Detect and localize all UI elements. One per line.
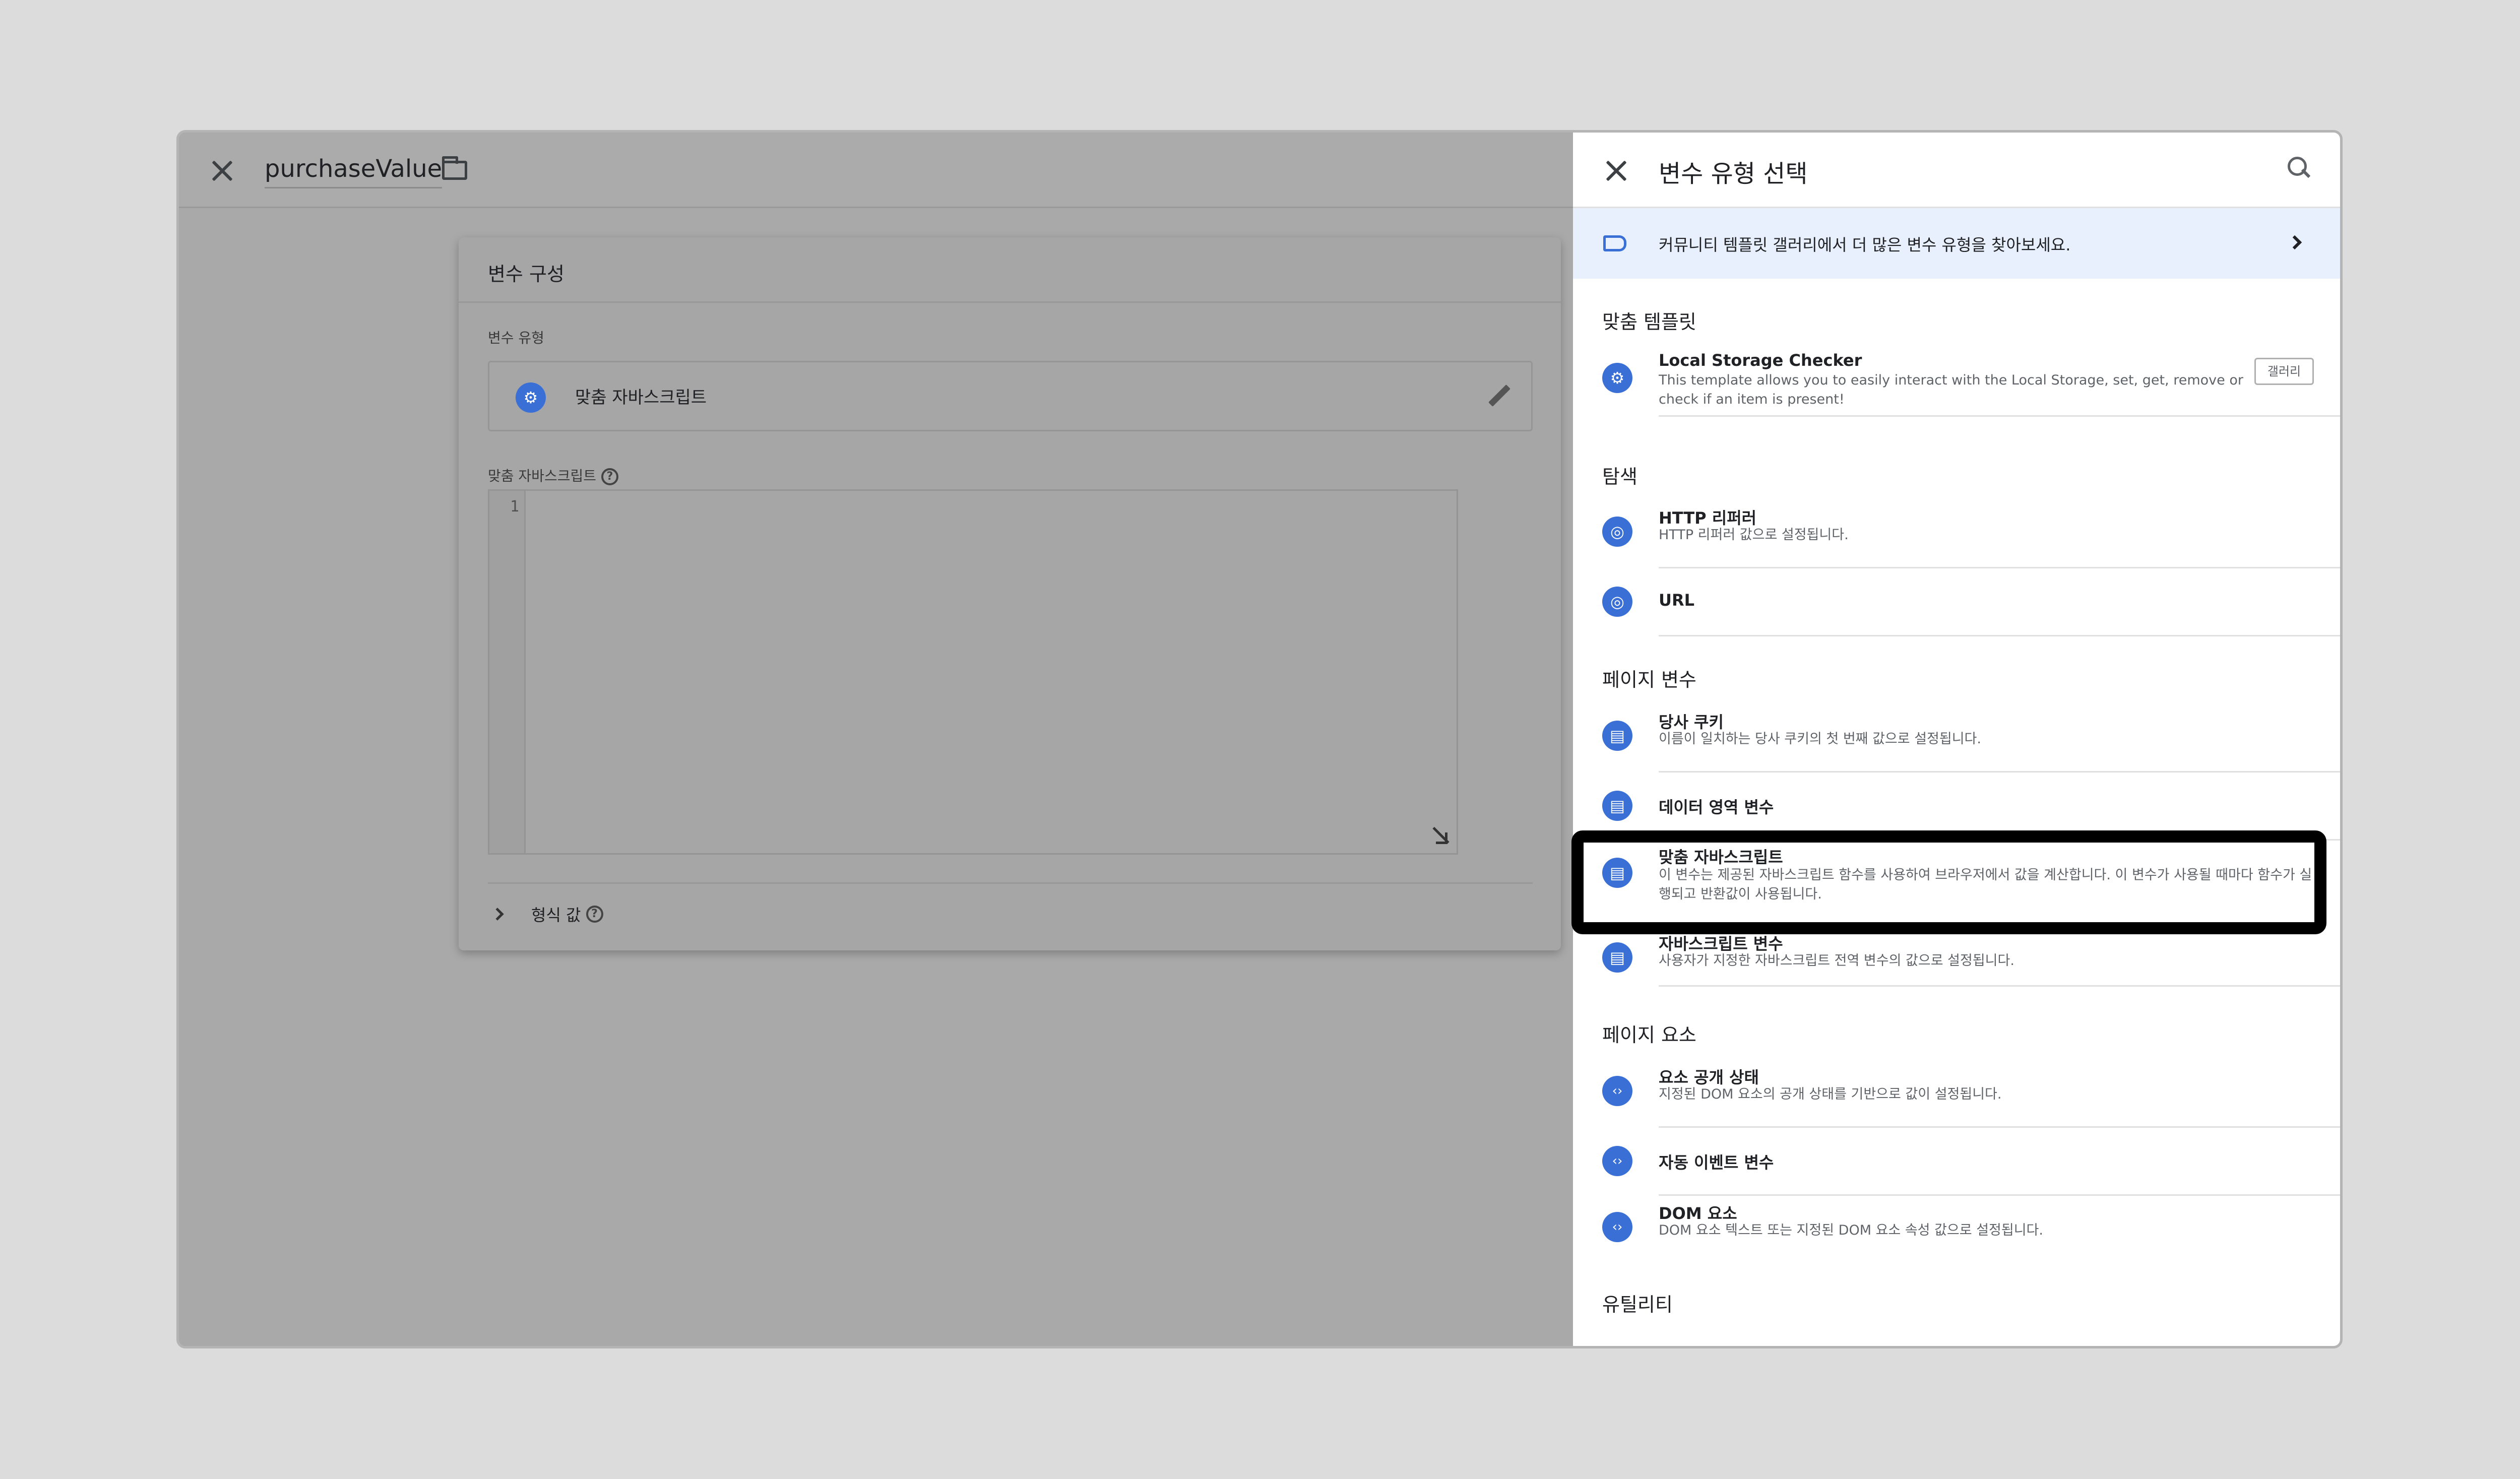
panel-title: 변수 유형 선택: [1659, 160, 1808, 188]
variable-config-card: 변수 구성 변수 유형 ⚙ 맞춤 자바스크립트 맞춤 자바스크립트? 1 형식 …: [459, 237, 1561, 950]
type-label: 변수 유형: [488, 330, 544, 346]
globe-icon: ◎: [1602, 587, 1632, 617]
variable-type-value: 맞춤 자바스크립트: [575, 388, 707, 408]
code-icon: ‹›: [1602, 1076, 1632, 1106]
gear-icon: ⚙: [516, 382, 546, 413]
help-icon[interactable]: ?: [586, 906, 603, 923]
resize-icon[interactable]: [1430, 827, 1447, 844]
section-title: 탐색: [1602, 466, 1637, 488]
edit-icon[interactable]: [1485, 382, 1512, 410]
divider: [1659, 635, 2340, 636]
list-item[interactable]: ▤ 데이터 영역 변수: [1573, 773, 2340, 841]
document-icon: ▤: [1602, 942, 1632, 973]
list-item[interactable]: ‹› DOM 요소 DOM 요소 텍스트 또는 지정된 DOM 요소 속성 값으…: [1573, 1196, 2340, 1264]
card-title: 변수 구성: [459, 237, 1561, 303]
format-value-toggle[interactable]: 형식 값 ?: [491, 903, 603, 926]
close-icon[interactable]: [207, 156, 237, 186]
app-window: purchaseValue 변수 구성 변수 유형 ⚙ 맞춤 자바스크립트 맞춤…: [176, 130, 2343, 1348]
code-label-text: 맞춤 자바스크립트: [488, 468, 596, 484]
line-gutter: 1: [489, 491, 526, 853]
folder-icon[interactable]: [442, 156, 467, 180]
code-label: 맞춤 자바스크립트?: [488, 465, 618, 485]
close-icon[interactable]: [1601, 156, 1631, 186]
list-item[interactable]: ▤ 당사 쿠키 이름이 일치하는 당사 쿠키의 첫 번째 값으로 설정됩니다.: [1573, 704, 2340, 773]
document-icon: ▤: [1602, 721, 1632, 751]
document-icon: ▤: [1602, 791, 1632, 821]
document-icon: ▤: [1602, 858, 1632, 888]
section-title: 페이지 변수: [1602, 669, 1696, 691]
list-item[interactable]: ‹› 요소 공개 상태 지정된 DOM 요소의 공개 상태를 기반으로 값이 설…: [1573, 1060, 2340, 1128]
banner-text: 커뮤니티 템플릿 갤러리에서 더 많은 변수 유형을 찾아보세요.: [1659, 235, 2071, 254]
label-icon: [1603, 235, 1626, 251]
globe-icon: ◎: [1602, 517, 1632, 547]
community-gallery-banner[interactable]: 커뮤니티 템플릿 갤러리에서 더 많은 변수 유형을 찾아보세요.: [1573, 208, 2340, 279]
item-desc: 이 변수는 제공된 자바스크립트 함수를 사용하여 브라우저에서 값을 계산합니…: [1659, 867, 2312, 902]
divider: [488, 882, 1533, 884]
item-desc: 이름이 일치하는 당사 쿠키의 첫 번째 값으로 설정됩니다.: [1659, 731, 1981, 747]
format-value-label: 형식 값: [531, 906, 581, 925]
chevron-right-icon: [2287, 235, 2302, 250]
item-desc: HTTP 리퍼러 값으로 설정됩니다.: [1659, 527, 1849, 543]
item-desc: DOM 요소 텍스트 또는 지정된 DOM 요소 속성 값으로 설정됩니다.: [1659, 1223, 2043, 1238]
variable-name[interactable]: purchaseValue: [265, 155, 443, 188]
line-number: 1: [510, 498, 519, 516]
section-title: 유틸리티: [1602, 1294, 1673, 1316]
divider: [1659, 415, 2340, 417]
item-title: Local Storage Checker: [1659, 351, 1862, 370]
variable-editor: purchaseValue 변수 구성 변수 유형 ⚙ 맞춤 자바스크립트 맞춤…: [179, 133, 1573, 1346]
list-item[interactable]: ◎ HTTP 리퍼러 HTTP 리퍼러 값으로 설정됩니다.: [1573, 500, 2340, 568]
list-item[interactable]: ‹› 자동 이벤트 변수: [1573, 1128, 2340, 1196]
code-icon: ‹›: [1602, 1212, 1632, 1242]
gear-icon: ⚙: [1602, 363, 1632, 393]
item-desc: This template allows you to easily inter…: [1659, 372, 2243, 407]
list-item[interactable]: ⚙ Local Storage Checker This template al…: [1573, 347, 2340, 417]
panel-header: 변수 유형 선택: [1573, 133, 2340, 208]
code-icon: ‹›: [1602, 1146, 1632, 1176]
help-icon[interactable]: ?: [601, 468, 618, 485]
list-item[interactable]: ▤ 맞춤 자바스크립트 이 변수는 제공된 자바스크립트 함수를 사용하여 브라…: [1573, 841, 2340, 926]
chevron-right-icon: [491, 908, 504, 921]
item-desc: 사용자가 지정한 자바스크립트 전역 변수의 값으로 설정됩니다.: [1659, 953, 2014, 969]
editor-header: purchaseValue: [179, 133, 1573, 208]
item-desc: 지정된 DOM 요소의 공개 상태를 기반으로 값이 설정됩니다.: [1659, 1086, 2002, 1102]
item-title: 자동 이벤트 변수: [1659, 1153, 1774, 1172]
item-title: 맞춤 자바스크립트: [1659, 848, 1783, 867]
item-title: 데이터 영역 변수: [1659, 798, 1774, 817]
list-item[interactable]: ◎ URL: [1573, 568, 2340, 636]
search-icon[interactable]: [2288, 157, 2310, 179]
item-title: URL: [1659, 591, 1695, 610]
code-editor[interactable]: 1: [488, 489, 1458, 855]
section-title: 맞춤 템플릿: [1602, 311, 1696, 333]
gallery-badge[interactable]: 갤러리: [2254, 358, 2314, 385]
divider: [1659, 985, 2340, 987]
section-title: 페이지 요소: [1602, 1024, 1696, 1046]
variable-type-selector[interactable]: ⚙ 맞춤 자바스크립트: [488, 361, 1533, 431]
list-item[interactable]: ▤ 자바스크립트 변수 사용자가 지정한 자바스크립트 전역 변수의 값으로 설…: [1573, 926, 2340, 987]
variable-type-panel: 변수 유형 선택 커뮤니티 템플릿 갤러리에서 더 많은 변수 유형을 찾아보세…: [1573, 133, 2340, 1346]
